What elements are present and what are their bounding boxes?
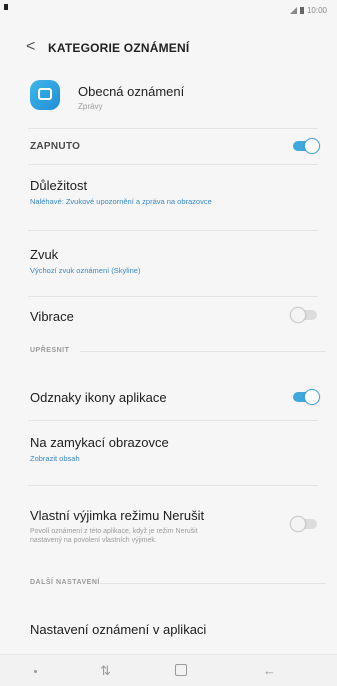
recent-apps-icon[interactable]: ⇅: [100, 663, 111, 679]
section-divider: [80, 351, 326, 352]
dnd-toggle[interactable]: [290, 516, 320, 532]
nav-dot-icon: [34, 670, 37, 673]
lockscreen-title: Na zamykací obrazovce: [30, 435, 169, 450]
divider: [28, 485, 318, 486]
lockscreen-subtitle: Zobrazit obsah: [30, 454, 80, 463]
clock: 10:00: [306, 6, 327, 15]
chevron-left-icon[interactable]: <: [26, 38, 35, 56]
badges-toggle[interactable]: [290, 389, 320, 405]
signal-icon: [289, 7, 297, 14]
divider: [28, 128, 318, 129]
sound-title: Zvuk: [30, 247, 59, 262]
page-title: KATEGORIE OZNÁMENÍ: [48, 41, 190, 55]
section-divider: [100, 583, 326, 584]
status-indicator-icon: [4, 4, 8, 10]
app-settings-row[interactable]: Nastavení oznámení v aplikaci: [30, 622, 320, 637]
vibration-row[interactable]: Vibrace: [30, 309, 320, 324]
home-icon[interactable]: [175, 664, 187, 676]
section-more: DALŠÍ NASTAVENÍ: [30, 579, 100, 586]
section-refine: UPŘESNIT: [30, 347, 70, 354]
app-subtitle: Zprávy: [78, 102, 103, 111]
sound-row[interactable]: Zvuk Výchozí zvuk oznámení (Skyline): [30, 247, 320, 275]
sound-subtitle: Výchozí zvuk oznámení (Skyline): [30, 266, 141, 275]
status-bar: 10:00: [0, 0, 337, 22]
message-bubble-icon: [30, 80, 60, 110]
app-settings-title: Nastavení oznámení v aplikaci: [30, 622, 207, 637]
dnd-title: Vlastní výjimka režimu Nerušit: [30, 508, 205, 523]
app-name: Obecná oznámení: [78, 84, 185, 99]
divider: [28, 296, 318, 297]
importance-title: Důležitost: [30, 178, 88, 193]
importance-row[interactable]: Důležitost Naléhavé: Zvukové upozornění …: [30, 178, 320, 206]
lockscreen-row[interactable]: Na zamykací obrazovce Zobrazit obsah: [30, 435, 320, 463]
dnd-row[interactable]: Vlastní výjimka režimu Nerušit Povolí oz…: [30, 508, 320, 545]
main-switch-label: ZAPNUTO: [30, 141, 81, 152]
status-right: 10:00: [289, 6, 327, 15]
main-switch-toggle[interactable]: [290, 138, 320, 154]
vibration-title: Vibrace: [30, 309, 74, 324]
navigation-bar: ⇅ ←: [0, 654, 337, 686]
app-bar: < KATEGORIE OZNÁMENÍ: [0, 30, 337, 64]
badges-title: Odznaky ikony aplikace: [30, 390, 167, 405]
divider: [28, 230, 318, 231]
battery-icon: [299, 7, 304, 14]
vibration-toggle[interactable]: [290, 307, 320, 323]
back-arrow-icon[interactable]: ←: [263, 663, 276, 678]
badges-row[interactable]: Odznaky ikony aplikace: [30, 390, 320, 405]
dnd-description: Povolí oznámení z této aplikace, když je…: [30, 528, 198, 544]
divider: [28, 420, 318, 421]
importance-subtitle: Naléhavé: Zvukové upozornění a zpráva na…: [30, 197, 212, 206]
divider: [28, 164, 318, 165]
app-header: Obecná oznámení Zprávy: [30, 80, 330, 120]
settings-screen: 10:00 < KATEGORIE OZNÁMENÍ Obecná oznáme…: [0, 0, 337, 686]
